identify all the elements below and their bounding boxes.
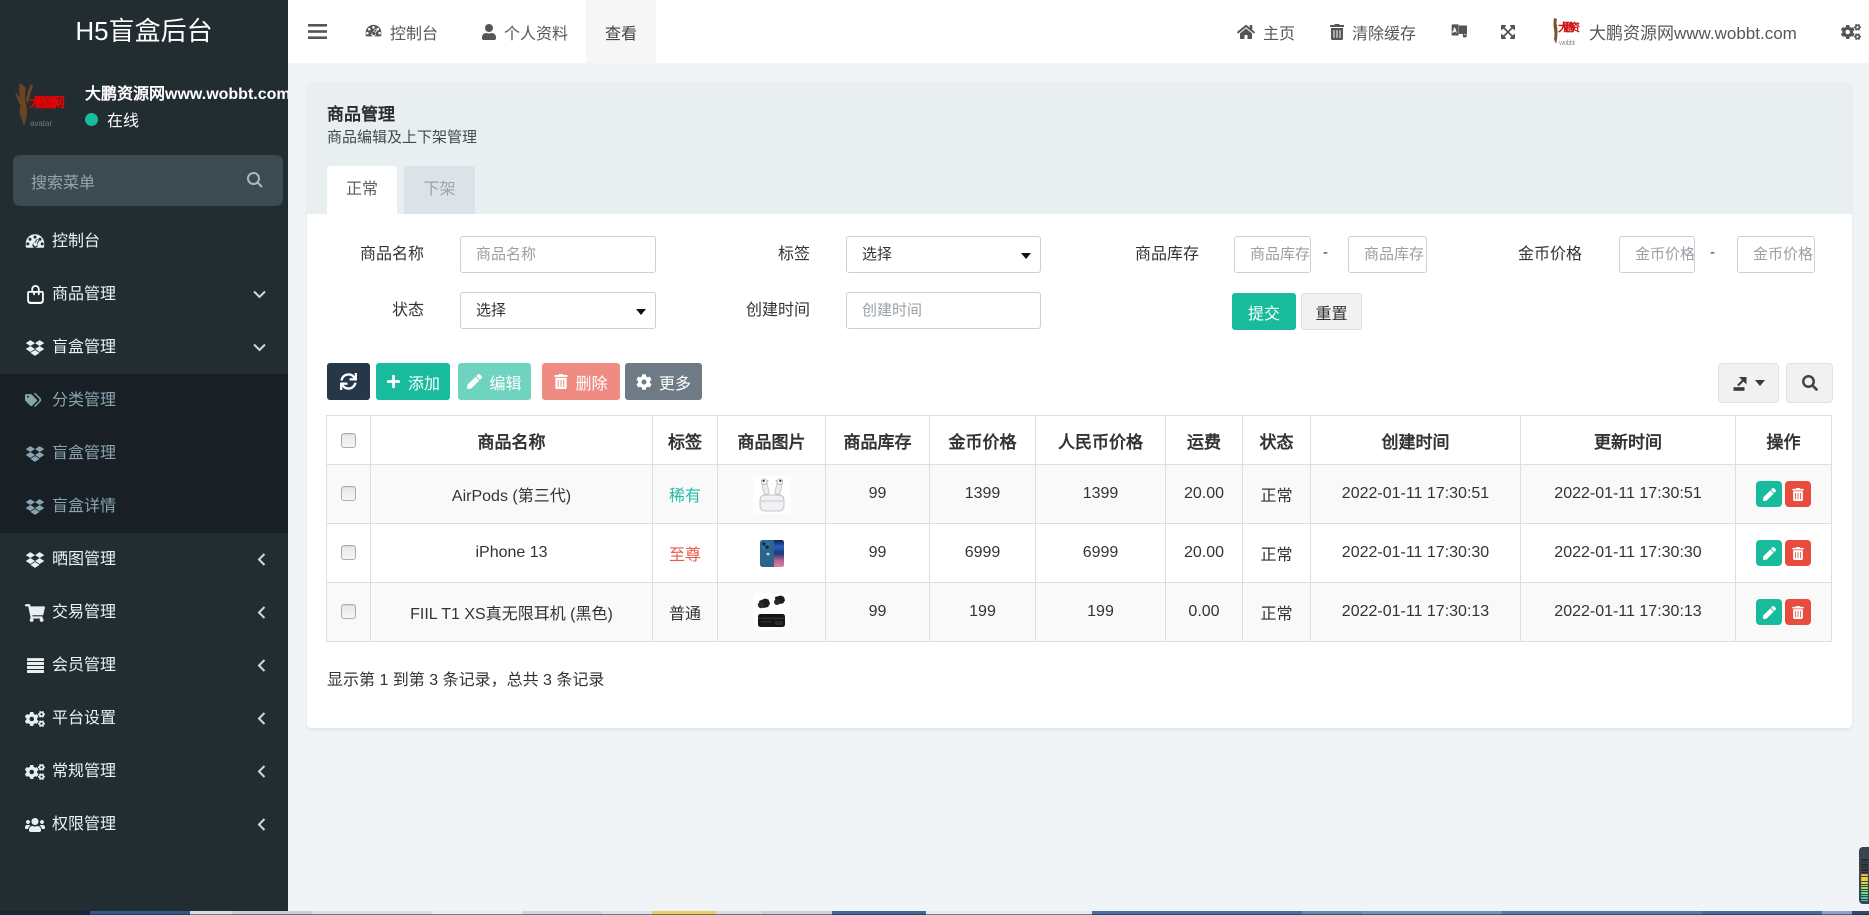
svg-text:大鹏资源网: 大鹏资源网 [29,95,65,110]
svg-text:avatar: avatar [30,119,52,128]
svg-text:大鹏资: 大鹏资 [1558,20,1580,34]
svg-text:wobbt: wobbt [1558,40,1575,47]
